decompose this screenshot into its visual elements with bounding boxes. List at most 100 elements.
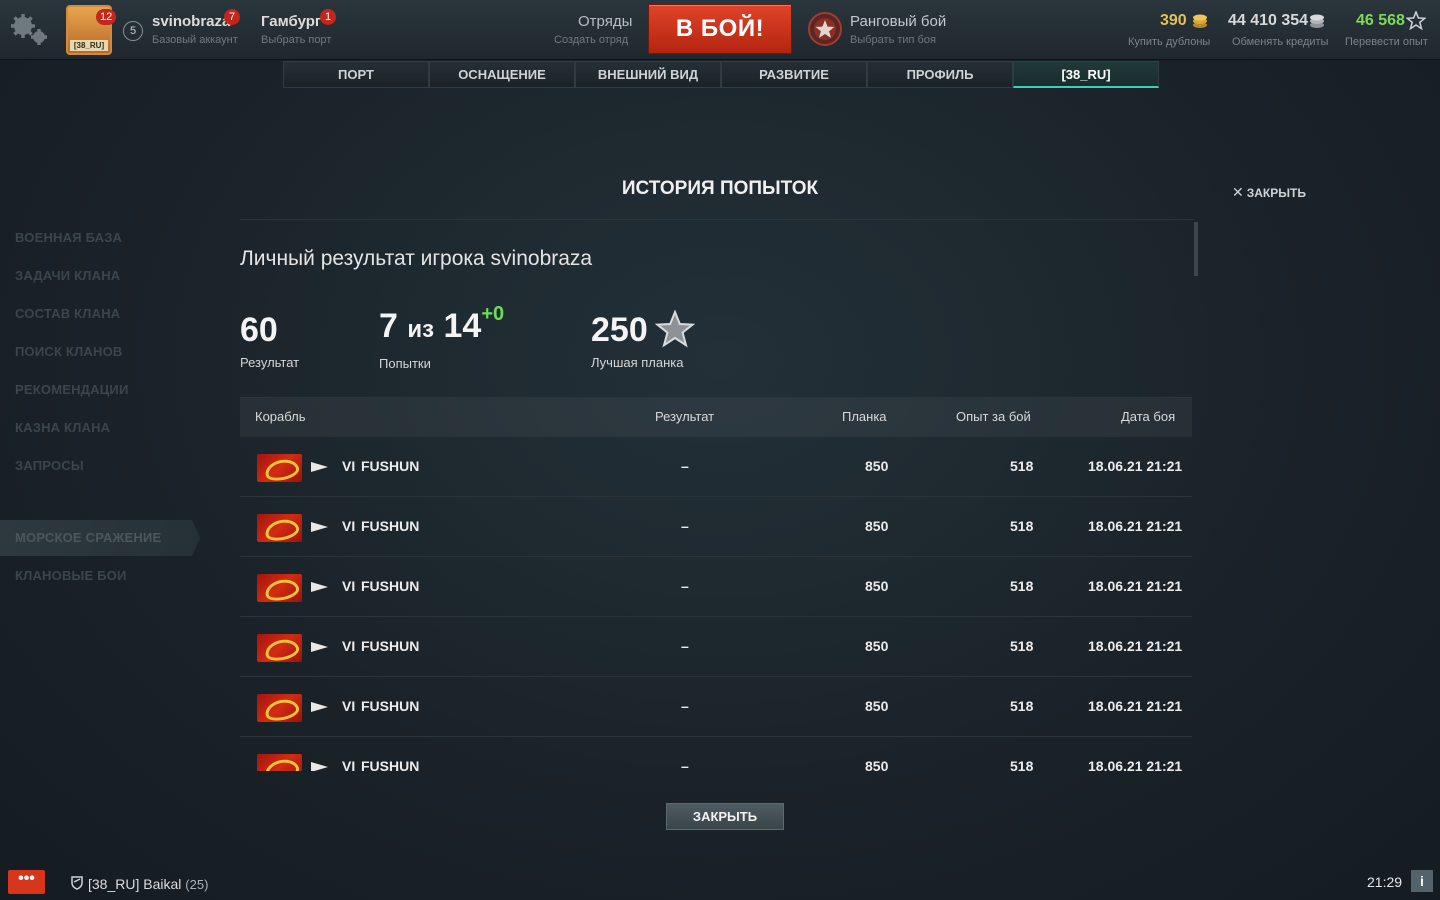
row-date: 18.06.21 21:21	[1088, 638, 1183, 654]
column-xp: Опыт за бой	[956, 409, 1031, 424]
attempts-used: 7	[379, 307, 398, 345]
destroyer-class-icon	[311, 642, 328, 652]
info-button[interactable]: i	[1411, 870, 1433, 892]
column-date: Дата боя	[1121, 409, 1176, 424]
division-shield-icon	[71, 876, 83, 890]
row-bar: 850	[865, 758, 889, 771]
tab-clan[interactable]: [38_RU]	[1013, 61, 1159, 88]
convert-xp-link[interactable]: Перевести опыт	[1345, 36, 1428, 48]
chat-button[interactable]: •••	[8, 870, 45, 894]
modal-close-link[interactable]: ✕ ЗАКРЫТЬ	[1232, 184, 1306, 201]
row-result: –	[681, 458, 689, 474]
modal-title: ИСТОРИЯ ПОПЫТОК	[621, 178, 819, 199]
left-menu-clan-treasury[interactable]: КАЗНА КЛАНА	[15, 420, 110, 435]
exchange-credits-link[interactable]: Обменять кредиты	[1232, 36, 1328, 48]
row-result: –	[681, 758, 689, 771]
tab-port[interactable]: ПОРТ	[283, 61, 429, 88]
attempts-table: Корабль Результат Планка Опыт за бой Дат…	[240, 397, 1192, 771]
china-flag-icon	[257, 574, 302, 602]
username-notification-badge: 7	[224, 9, 240, 25]
row-xp: 518	[1010, 698, 1034, 714]
port-name-label[interactable]: Гамбург	[261, 13, 321, 30]
account-level-badge: 5	[123, 21, 143, 41]
buy-doubloons-link[interactable]: Купить дублоны	[1128, 36, 1210, 48]
ship-name: FUSHUN	[361, 638, 420, 654]
division-level: (25)	[185, 877, 209, 892]
result-label: Результат	[240, 355, 300, 370]
row-date: 18.06.21 21:21	[1088, 758, 1183, 771]
free-xp-star-icon	[1406, 11, 1426, 30]
credits-icon	[1310, 14, 1324, 28]
table-row[interactable]: VI FUSHUN – 850 518 18.06.21 21:21	[240, 677, 1192, 737]
panel-divider	[240, 219, 1195, 220]
table-row[interactable]: VI FUSHUN – 850 518 18.06.21 21:21	[240, 737, 1192, 771]
ship-name: FUSHUN	[361, 518, 420, 534]
left-menu-clan-battles[interactable]: КЛАНОВЫЕ БОИ	[15, 568, 127, 583]
table-row[interactable]: VI FUSHUN – 850 518 18.06.21 21:21	[240, 557, 1192, 617]
clan-tag-label: [38_RU]	[70, 40, 108, 51]
china-flag-icon	[257, 754, 302, 771]
row-result: –	[681, 518, 689, 534]
column-ship: Корабль	[255, 409, 306, 424]
result-value: 60	[240, 311, 278, 349]
username-label[interactable]: svinobraza	[152, 13, 230, 30]
doubloons-value: 390	[1160, 12, 1187, 29]
main-tabs: ПОРТ ОСНАЩЕНИЕ ВНЕШНИЙ ВИД РАЗВИТИЕ ПРОФ…	[283, 61, 1159, 88]
best-bar-value: 250	[591, 311, 648, 349]
tab-profile[interactable]: ПРОФИЛЬ	[867, 61, 1013, 88]
row-xp: 518	[1010, 638, 1034, 654]
destroyer-class-icon	[311, 762, 328, 771]
settings-gear-icon[interactable]	[8, 12, 50, 48]
row-bar: 850	[865, 578, 889, 594]
tab-research[interactable]: РАЗВИТИЕ	[721, 61, 867, 88]
close-icon: ✕	[1232, 184, 1244, 200]
left-menu-clan-tasks[interactable]: ЗАДАЧИ КЛАНА	[15, 268, 120, 283]
left-menu-military-base[interactable]: ВОЕННАЯ БАЗА	[15, 230, 122, 245]
notification-count-badge: 12	[96, 9, 117, 25]
attempts-separator: из	[407, 316, 435, 343]
row-xp: 518	[1010, 458, 1034, 474]
ranked-star-icon[interactable]	[808, 12, 842, 46]
column-result: Результат	[655, 409, 715, 424]
division-label[interactable]: [38_RU] Baikal (25)	[70, 876, 208, 892]
left-menu-clan-members[interactable]: СОСТАВ КЛАНА	[15, 306, 120, 321]
destroyer-class-icon	[311, 702, 328, 712]
china-flag-icon	[257, 694, 302, 722]
select-port-label: Выбрать порт	[261, 34, 332, 46]
china-flag-icon	[257, 634, 302, 662]
destroyer-class-icon	[311, 522, 328, 532]
ship-name: FUSHUN	[361, 578, 420, 594]
left-menu-recommendations[interactable]: РЕКОМЕНДАЦИИ	[15, 382, 129, 397]
left-menu-clan-search[interactable]: ПОИСК КЛАНОВ	[15, 344, 122, 359]
scrollbar-thumb[interactable]	[1194, 222, 1198, 276]
select-battle-type-label: Выбрать тип боя	[850, 34, 936, 46]
squads-button[interactable]: Отряды	[578, 13, 632, 30]
close-button[interactable]: ЗАКРЫТЬ	[666, 803, 784, 830]
attempts-total: 14	[443, 307, 482, 345]
tab-exterior[interactable]: ВНЕШНИЙ ВИД	[575, 61, 721, 88]
row-date: 18.06.21 21:21	[1088, 458, 1183, 474]
battle-type-label[interactable]: Ранговый бой	[850, 13, 946, 30]
personal-result-heading: Личный результат игрока svinobraza	[240, 247, 593, 270]
battle-button[interactable]: В БОЙ!	[648, 4, 792, 54]
left-menu-requests[interactable]: ЗАПРОСЫ	[15, 458, 84, 473]
row-bar: 850	[865, 698, 889, 714]
table-row[interactable]: VI FUSHUN – 850 518 18.06.21 21:21	[240, 617, 1192, 677]
best-bar-label: Лучшая планка	[591, 355, 684, 370]
ship-tier: VI	[342, 458, 356, 474]
left-menu-clan-brawl[interactable]: МОРСКОЕ СРАЖЕНИЕ	[15, 530, 161, 545]
row-result: –	[681, 578, 689, 594]
table-row[interactable]: VI FUSHUN – 850 518 18.06.21 21:21	[240, 437, 1192, 497]
row-date: 18.06.21 21:21	[1088, 518, 1183, 534]
table-header: Корабль Результат Планка Опыт за бой Дат…	[240, 397, 1192, 437]
tab-equipment[interactable]: ОСНАЩЕНИЕ	[429, 61, 575, 88]
table-row[interactable]: VI FUSHUN – 850 518 18.06.21 21:21	[240, 497, 1192, 557]
row-date: 18.06.21 21:21	[1088, 578, 1183, 594]
account-type-label: Базовый аккаунт	[152, 34, 238, 46]
ship-name: FUSHUN	[361, 698, 420, 714]
doubloons-icon	[1193, 14, 1207, 28]
ship-name: FUSHUN	[361, 458, 420, 474]
attempts-value: 7 из 14+0	[379, 303, 504, 346]
row-xp: 518	[1010, 758, 1034, 771]
credits-value: 44 410 354	[1228, 12, 1309, 29]
